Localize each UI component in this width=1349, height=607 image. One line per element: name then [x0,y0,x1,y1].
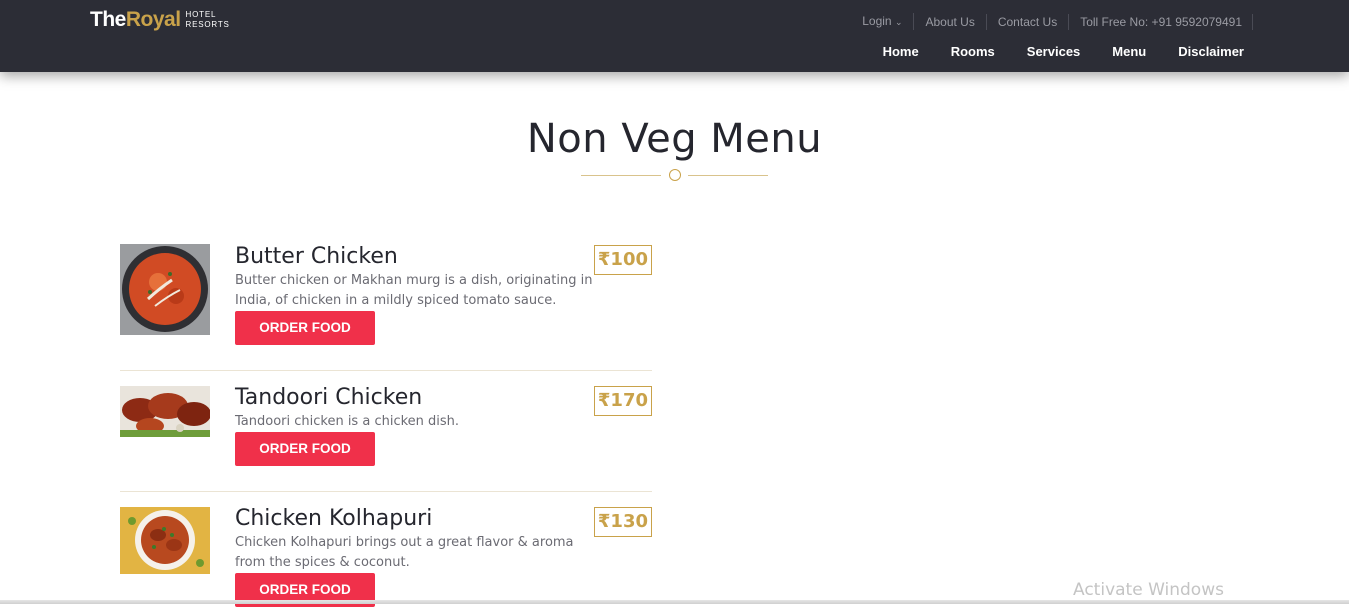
login-label: Login [862,14,892,28]
item-description: Butter chicken or Makhan murg is a dish,… [235,273,593,308]
page-title: Non Veg Menu [526,116,823,162]
nav-services[interactable]: Services [1027,44,1081,59]
top-nav: Login ⌄ About Us Contact Us Toll Free No… [851,13,1253,30]
logo-sub-hotel: HOTEL [185,10,217,19]
nav-menu[interactable]: Menu [1112,44,1146,59]
menu-item-chicken-kolhapuri: Chicken Kolhapuri ₹130 Chicken Kolhapuri… [120,506,652,607]
tandoori-chicken-image [120,386,210,437]
login-dropdown[interactable]: Login ⌄ [851,13,915,30]
chicken-kolhapuri-image [120,507,210,574]
chevron-down-icon: ⌄ [894,17,903,27]
logo-subtitle: HOTEL RESORTS [186,10,230,30]
about-us-link[interactable]: About Us [914,13,987,30]
nav-disclaimer[interactable]: Disclaimer [1178,44,1244,59]
item-separator [120,370,652,371]
item-name: Chicken Kolhapuri [235,506,433,531]
bottom-edge [0,600,1349,604]
nav-home[interactable]: Home [883,44,919,59]
divider-circle-icon [669,169,681,181]
toll-free-number: Toll Free No: +91 9592079491 [1069,13,1253,30]
logo-royal-text: Royal [125,8,181,31]
brand-logo[interactable]: The Royal HOTEL RESORTS [90,8,230,32]
activate-windows-watermark: Activate Windows [1073,580,1224,600]
logo-sub-resorts: RESORTS [185,20,230,29]
title-divider [581,169,768,181]
item-separator [120,491,652,492]
item-name: Butter Chicken [235,244,398,269]
menu-item-tandoori-chicken: Tandoori Chicken ₹170 Tandoori chicken i… [120,385,652,475]
nav-rooms[interactable]: Rooms [951,44,995,59]
item-name: Tandoori Chicken [235,385,423,410]
menu-item-butter-chicken: Butter Chicken ₹100 Butter chicken or Ma… [120,244,652,354]
butter-chicken-image [120,244,210,335]
contact-us-link[interactable]: Contact Us [987,13,1070,30]
item-description: Tandoori chicken is a chicken dish. [235,414,460,429]
order-food-button[interactable]: ORDER FOOD [235,432,375,466]
item-description: Chicken Kolhapuri brings out a great fla… [235,535,574,570]
order-food-button[interactable]: ORDER FOOD [235,311,375,345]
logo-the-text: The [90,8,126,31]
main-nav: Home Rooms Services Menu Disclaimer [851,44,1244,59]
site-header: The Royal HOTEL RESORTS Login ⌄ About Us… [0,0,1349,72]
